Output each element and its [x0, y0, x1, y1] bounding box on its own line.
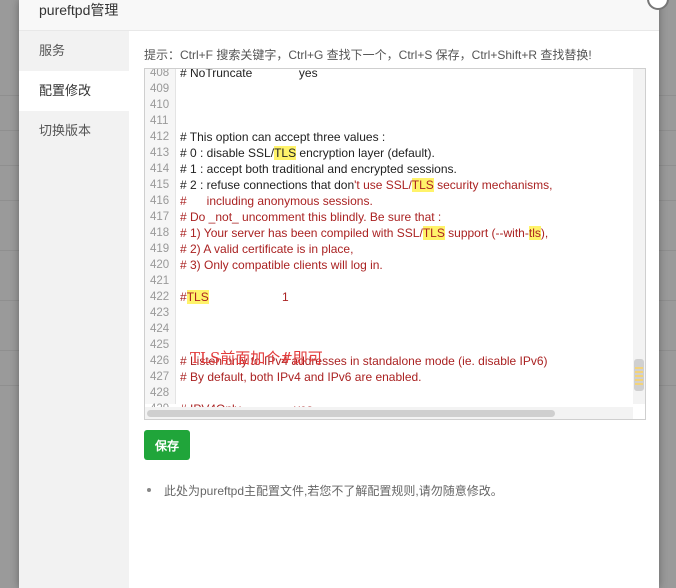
- code-line[interactable]: 420 # 3) Only compatible clients will log…: [145, 257, 615, 273]
- line-number: 409: [150, 83, 170, 95]
- line-number: 410: [150, 99, 170, 111]
- line-number: 427: [150, 371, 170, 383]
- config-editor[interactable]: 408 # NoTruncate yes 409 410 411 412 # This op…: [144, 68, 646, 420]
- line-text: # NoTruncate yes: [180, 68, 318, 80]
- code-line[interactable]: 414 # 1 : accept both traditional and enc…: [145, 161, 615, 177]
- code-line[interactable]: 415 # 2 : refuse connections that don't u…: [145, 177, 615, 193]
- line-number: 425: [150, 339, 170, 351]
- line-number: 408: [150, 68, 170, 79]
- code-line[interactable]: 410: [145, 97, 615, 113]
- line-number: 420: [150, 259, 170, 271]
- line-text: # This option can accept three values :: [180, 130, 386, 144]
- code-line[interactable]: 423: [145, 305, 615, 321]
- code-line[interactable]: 418 # 1) Your server has been compiled wi…: [145, 225, 615, 241]
- line-text: # including anonymous sessions.: [180, 194, 373, 208]
- code-line[interactable]: 408 # NoTruncate yes: [145, 68, 615, 81]
- line-number: 424: [150, 323, 170, 335]
- search-highlight: TLS: [274, 146, 297, 160]
- code-line[interactable]: 424: [145, 321, 615, 337]
- horizontal-scrollbar[interactable]: [145, 407, 633, 419]
- line-number: 419: [150, 243, 170, 255]
- line-number: 426: [150, 355, 170, 367]
- sidebar-item-service[interactable]: 服务: [19, 31, 129, 71]
- code-line[interactable]: 413 # 0 : disable SSL/TLS encryption laye…: [145, 145, 615, 161]
- config-note: 此处为pureftpd主配置文件,若您不了解配置规则,请勿随意修改。: [164, 484, 503, 498]
- search-highlight: TLS: [186, 290, 209, 304]
- save-button[interactable]: 保存: [144, 430, 190, 460]
- line-text: #TLS 1: [180, 290, 289, 304]
- search-highlight: TLS: [422, 226, 445, 240]
- search-highlight: tls: [528, 226, 541, 240]
- code-line[interactable]: 427 # By default, both IPv4 and IPv6 are …: [145, 369, 615, 385]
- line-number: 417: [150, 211, 170, 223]
- main-content: 提示：Ctrl+F 搜索关键字，Ctrl+G 查找下一个，Ctrl+S 保存，C…: [144, 31, 659, 588]
- code-line[interactable]: 416 # including anonymous sessions.: [145, 193, 615, 209]
- horizontal-scroll-thumb[interactable]: [147, 410, 555, 417]
- line-text: # 1 : accept both traditional and encryp…: [180, 162, 457, 176]
- line-number: 428: [150, 387, 170, 399]
- code-line[interactable]: 419 # 2) A valid certificate is in place,: [145, 241, 615, 257]
- shortcut-hint: 提示：Ctrl+F 搜索关键字，Ctrl+G 查找下一个，Ctrl+S 保存，C…: [144, 48, 592, 62]
- line-number: 414: [150, 163, 170, 175]
- line-text: # 2) A valid certificate is in place,: [180, 242, 354, 256]
- line-text: # 1) Your server has been compiled with …: [180, 226, 549, 240]
- search-match-markers: [635, 367, 643, 385]
- pureftpd-dialog: pureftpd管理 服务 配置修改 切换版本 提示：Ctrl+F 搜索关键字，…: [19, 0, 669, 588]
- sidebar-item-config[interactable]: 配置修改: [19, 71, 129, 111]
- line-number: 423: [150, 307, 170, 319]
- sidebar: 服务 配置修改 切换版本: [19, 31, 129, 588]
- code-line[interactable]: 417 # Do _not_ uncomment this blindly. Be…: [145, 209, 615, 225]
- sidebar-item-version[interactable]: 切换版本: [19, 111, 129, 151]
- code-line[interactable]: 421: [145, 273, 615, 289]
- dialog-title: pureftpd管理: [39, 2, 119, 18]
- bullet-icon: [147, 488, 151, 492]
- code-line[interactable]: 411: [145, 113, 615, 129]
- code-line[interactable]: 412 # This option can accept three values…: [145, 129, 615, 145]
- line-number: 416: [150, 195, 170, 207]
- line-number: 412: [150, 131, 170, 143]
- line-number: 422: [150, 291, 170, 303]
- line-number: 418: [150, 227, 170, 239]
- line-text: # 3) Only compatible clients will log in…: [180, 258, 383, 272]
- line-number: 421: [150, 275, 170, 287]
- line-text: # 2 : refuse connections that don't use …: [180, 178, 553, 192]
- code-line[interactable]: 409: [145, 81, 615, 97]
- line-text: # By default, both IPv4 and IPv6 are ena…: [180, 370, 422, 384]
- code-line[interactable]: 428: [145, 385, 615, 401]
- line-number: 413: [150, 147, 170, 159]
- line-text: # Do _not_ uncomment this blindly. Be su…: [180, 210, 442, 224]
- code-line[interactable]: 422 #TLS 1: [145, 289, 615, 305]
- annotation-text: TLS前面加个#即可: [190, 349, 323, 367]
- vertical-scrollbar[interactable]: [633, 69, 645, 404]
- line-text: # 0 : disable SSL/TLS encryption layer (…: [180, 146, 435, 160]
- dialog-header: pureftpd管理: [19, 0, 659, 31]
- line-number: 411: [150, 115, 169, 127]
- line-number: 415: [150, 179, 170, 191]
- search-highlight: TLS: [411, 178, 434, 192]
